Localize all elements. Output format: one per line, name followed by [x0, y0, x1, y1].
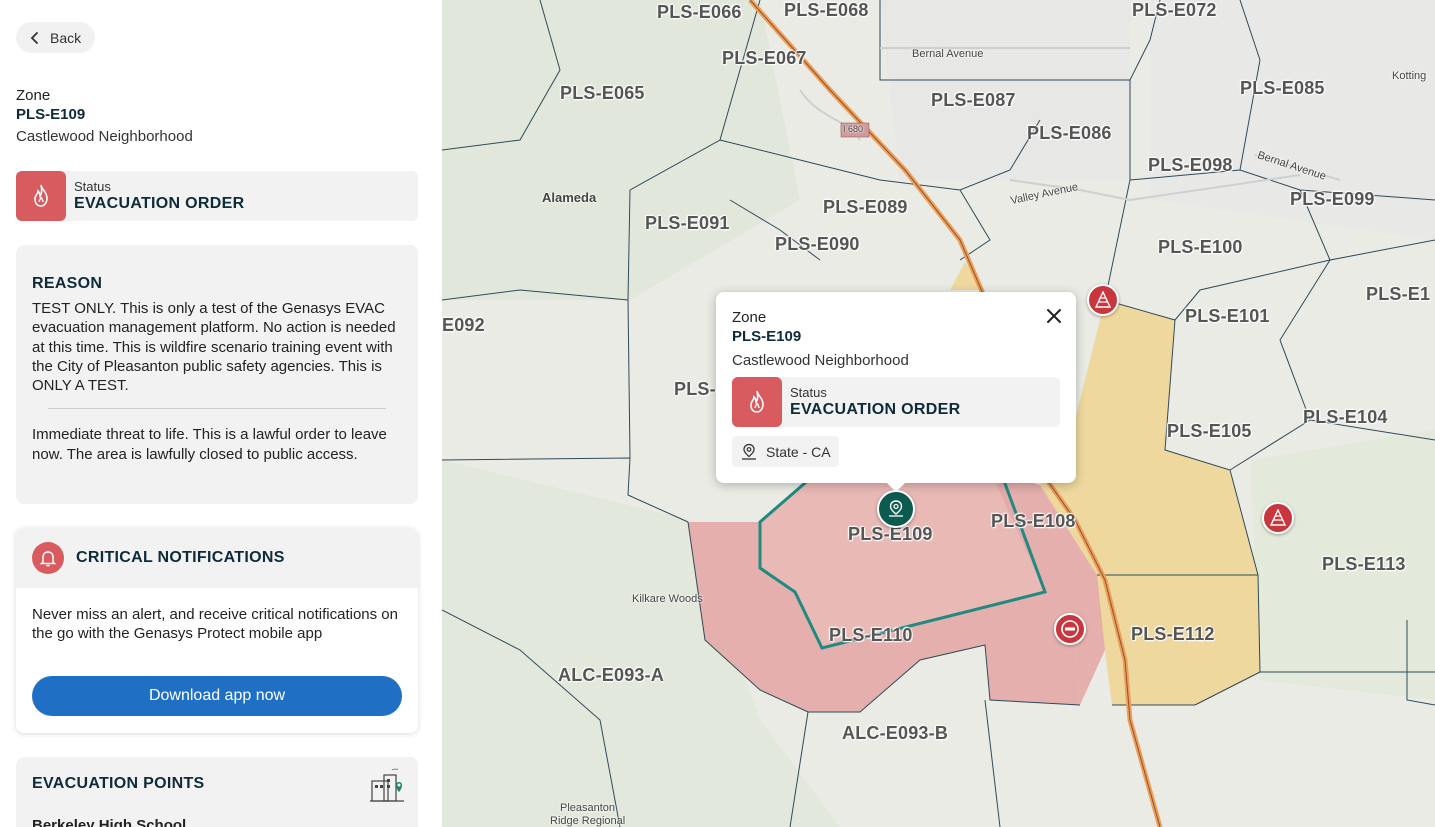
zone-label-alc-e093-a: ALC-E093-A [558, 665, 665, 685]
zone-label-pls-e101: PLS-E101 [1185, 306, 1270, 326]
status-label: Status [74, 179, 111, 194]
popup-status-label: Status [790, 385, 827, 400]
close-icon[interactable] [1044, 306, 1064, 326]
evac-point-item[interactable]: Berkeley High School [32, 817, 402, 827]
zone-label-pls-e091: PLS-E091 [645, 213, 730, 233]
zone-label-pls-e108: PLS-E108 [991, 511, 1076, 531]
order-text: Immediate threat to life. This is a lawf… [32, 426, 387, 463]
zone-id: PLS-E109 [16, 106, 86, 123]
fire-icon [732, 377, 782, 427]
zone-label-pls-e086: PLS-E086 [1027, 123, 1112, 143]
place-label-kilkare-woods: Kilkare Woods [632, 593, 703, 605]
shelter-marker[interactable] [1087, 284, 1119, 316]
zone-label-pls-e089: PLS-E089 [823, 197, 908, 217]
critical-text: Never miss an alert, and receive critica… [32, 606, 398, 643]
critical-title: CRITICAL NOTIFICATIONS [76, 549, 285, 566]
zone-label-pls-e110: PLS-E110 [829, 625, 913, 645]
place-label-pleasanton: Pleasanton [560, 802, 616, 814]
zone-label-pls-e113: PLS-E113 [1322, 554, 1406, 574]
road-closed-icon [1061, 620, 1079, 638]
zone-name: Castlewood Neighborhood [16, 128, 193, 145]
popup-status-value: EVACUATION ORDER [790, 401, 961, 418]
state-chip-label: State - CA [766, 443, 831, 460]
popup-status-box: Status EVACUATION ORDER [732, 377, 1060, 427]
place-label-bernal-avenue: Bernal Avenue [912, 48, 984, 60]
zone-label-pls-e066: PLS-E066 [657, 2, 742, 22]
popup-zone-name: Castlewood Neighborhood [732, 352, 909, 369]
popup-zone-label: Zone [732, 309, 767, 326]
shelter-icon [1094, 291, 1112, 308]
download-app-button[interactable]: Download app now [32, 676, 402, 716]
reason-card: REASON TEST ONLY. This is only a test of… [16, 245, 418, 504]
zone-popup: Zone PLS-E109 Castlewood Neighborhood St… [716, 292, 1076, 492]
zone-label-pls-e104: PLS-E104 [1303, 407, 1388, 427]
place-label-ridge-regional: Ridge Regional [550, 815, 626, 827]
road-closed-marker[interactable] [1054, 613, 1086, 645]
state-chip[interactable]: State - CA [732, 436, 839, 467]
zone-label-pls-e085: PLS-E085 [1240, 78, 1325, 98]
zone-label-pls-e098: PLS-E098 [1148, 155, 1233, 175]
place-label-kotting: Kotting [1392, 70, 1427, 82]
reason-text: TEST ONLY. This is only a test of the Ge… [32, 300, 396, 395]
place-label-i680: I 680 [843, 124, 864, 134]
zone-label-pls-e112: PLS-E112 [1131, 624, 1215, 644]
divider [48, 408, 386, 410]
zone-label-pls-e065: PLS-E065 [560, 83, 645, 103]
bell-icon [32, 542, 64, 574]
status-value: EVACUATION ORDER [74, 195, 245, 212]
status-box: Status EVACUATION ORDER [16, 171, 418, 221]
back-button[interactable]: Back [16, 22, 95, 53]
zone-label-pls-e105: PLS-E105 [1167, 421, 1252, 441]
zone-details-sidebar: Back Zone PLS-E109 Castlewood Neighborho… [0, 0, 442, 827]
location-pin-icon [889, 500, 903, 517]
popup-zone-id: PLS-E109 [732, 328, 802, 345]
evac-points-title: EVACUATION POINTS [32, 775, 205, 792]
zone-label-alc-e093-b: ALC-E093-B [842, 723, 949, 743]
fire-icon [16, 171, 66, 221]
shelter-illustration-icon [370, 768, 404, 802]
location-pin-icon [742, 443, 756, 460]
zone-label-pls-e087: PLS-E087 [931, 90, 1016, 110]
shelter-icon [1269, 509, 1287, 526]
zone-label-pls-e100: PLS-E100 [1158, 237, 1243, 257]
critical-notifications-card: CRITICAL NOTIFICATIONS Never miss an ale… [16, 528, 418, 733]
back-label: Back [50, 29, 82, 46]
zone-location-marker[interactable] [877, 490, 915, 528]
place-label-alameda: Alameda [542, 190, 597, 205]
zone-label-pls-e099: PLS-E099 [1290, 189, 1375, 209]
chevron-left-icon [30, 31, 38, 44]
zone-label-pls-e072: PLS-E072 [1132, 0, 1217, 20]
zone-label-pls-e067: PLS-E067 [722, 48, 807, 68]
zone-label-pls-e1: PLS-E1 [1366, 284, 1431, 304]
zone-label-pls-partial: PLS- [674, 379, 716, 399]
zone-label: Zone [16, 87, 51, 104]
evacuation-points-card: EVACUATION POINTS Berkeley High School [16, 757, 418, 827]
zone-label-pls-e090: PLS-E090 [775, 234, 860, 254]
zone-label-pls-e068: PLS-E068 [784, 0, 869, 20]
shelter-marker[interactable] [1262, 502, 1294, 534]
zone-header: Zone PLS-E109 Castlewood Neighborhood [16, 87, 193, 149]
reason-title: REASON [32, 275, 103, 292]
zone-label-e092: E092 [442, 315, 485, 335]
